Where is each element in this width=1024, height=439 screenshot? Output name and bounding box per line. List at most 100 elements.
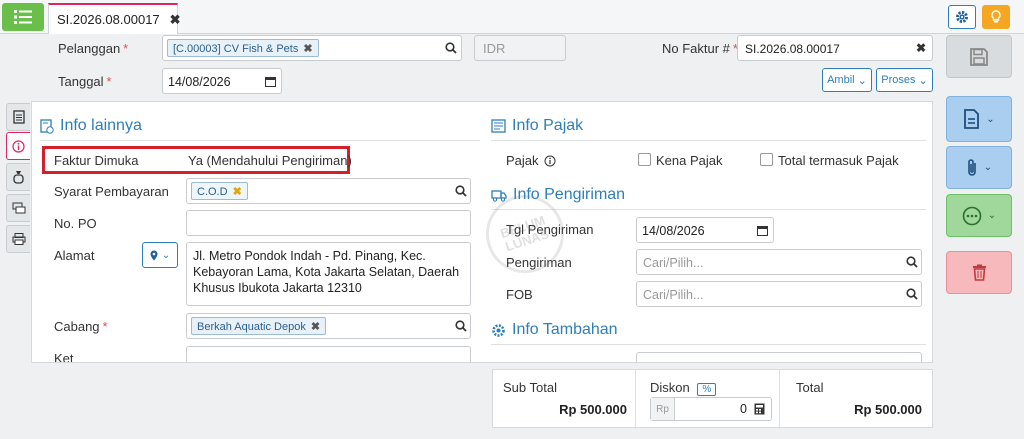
map-pin-icon xyxy=(150,250,158,260)
customer-tag: [C.00003] CV Fish & Pets ✖ xyxy=(167,39,319,57)
pengiriman-field[interactable]: Cari/Pilih... xyxy=(636,249,922,275)
chevron-down-icon: ⌄ xyxy=(857,74,867,87)
chevron-down-icon: ⌄ xyxy=(983,162,993,173)
kena-pajak-label: Kena Pajak xyxy=(656,153,723,168)
chevron-down-icon: ⌄ xyxy=(161,249,171,261)
totals-panel: Sub Total Rp 500.000 Diskon % Rp 0 Total… xyxy=(492,369,933,429)
customer-label: Pelanggan * xyxy=(58,41,129,56)
fob-label: FOB xyxy=(506,287,533,302)
syarat-field[interactable]: C.O.D ✖ xyxy=(186,178,471,204)
invoice-label: No Faktur # * xyxy=(662,41,738,56)
menu-button[interactable] xyxy=(2,3,44,31)
top-bar: SI.2026.08.00017 ✖ xyxy=(0,0,1024,34)
remove-icon[interactable]: ✖ xyxy=(233,186,242,198)
total-pajak-label: Total termasuk Pajak xyxy=(778,153,899,168)
subtotal-value: Rp 500.000 xyxy=(559,402,627,417)
tab-notes[interactable] xyxy=(6,225,30,253)
pajak-label: Pajak xyxy=(506,153,556,168)
kena-pajak-checkbox[interactable] xyxy=(638,153,651,166)
info-icon[interactable] xyxy=(544,155,556,167)
save-button[interactable] xyxy=(946,35,1012,78)
settings-button[interactable] xyxy=(948,5,976,29)
trash-icon xyxy=(972,264,986,281)
diskon-input[interactable]: Rp 0 xyxy=(650,397,772,421)
remove-icon[interactable]: ✖ xyxy=(303,43,312,55)
search-icon[interactable] xyxy=(906,256,918,268)
tab-document[interactable]: SI.2026.08.00017 ✖ xyxy=(48,3,181,34)
cabang-tag: Berkah Aquatic Depok ✖ xyxy=(191,317,327,335)
total-label: Total xyxy=(796,380,824,395)
printer-icon xyxy=(12,233,25,245)
divider xyxy=(491,140,926,141)
next-field[interactable] xyxy=(186,346,471,362)
tab-document-label: SI.2026.08.00017 xyxy=(57,12,160,27)
search-icon[interactable] xyxy=(455,185,467,197)
address-picker-button[interactable]: ⌄ xyxy=(142,242,178,268)
search-icon[interactable] xyxy=(455,320,467,332)
lightbulb-icon xyxy=(991,10,1001,23)
tab-payment[interactable] xyxy=(6,194,30,222)
gears-icon xyxy=(492,323,505,337)
date-field[interactable]: 14/08/2026 xyxy=(162,68,282,94)
customer-field[interactable]: [C.00003] CV Fish & Pets ✖ xyxy=(162,35,462,61)
close-icon[interactable]: ✖ xyxy=(170,12,181,28)
currency-field: IDR xyxy=(474,35,566,61)
cabang-label: Cabang * xyxy=(54,319,108,334)
diskon-label: Diskon % xyxy=(650,380,717,396)
divider xyxy=(491,344,926,345)
document-info-icon xyxy=(40,118,54,134)
po-label: No. PO xyxy=(54,216,97,231)
faktur-dimuka-label: Faktur Dimuka xyxy=(54,153,139,168)
document-menu-button[interactable]: ⌄ xyxy=(946,96,1012,142)
money-bag-icon xyxy=(13,171,24,184)
tambahan-field[interactable] xyxy=(636,352,922,362)
remove-icon[interactable]: ✖ xyxy=(311,321,320,333)
diskon-percent-toggle[interactable]: % xyxy=(697,383,717,396)
total-pajak-checkbox[interactable] xyxy=(760,153,773,166)
calculator-icon[interactable] xyxy=(754,403,765,415)
alamat-label: Alamat xyxy=(54,248,95,263)
po-input[interactable] xyxy=(186,210,471,236)
total-value: Rp 500.000 xyxy=(854,402,922,417)
next-label: Ket xyxy=(54,351,74,363)
tgl-pengiriman-field[interactable]: 14/08/2026 xyxy=(636,217,774,243)
alamat-textarea[interactable]: Jl. Metro Pondok Indah - Pd. Pinang, Kec… xyxy=(186,242,471,306)
tab-info[interactable] xyxy=(6,132,30,160)
fob-field[interactable]: Cari/Pilih... xyxy=(636,281,922,307)
diskon-value: 0 xyxy=(740,402,747,416)
invoice-field[interactable]: SI.2026.08.00017 ✖ xyxy=(737,35,933,61)
file-text-icon xyxy=(964,109,980,129)
chevron-down-icon: ⌄ xyxy=(986,113,995,125)
tips-button[interactable] xyxy=(982,5,1010,29)
search-icon[interactable] xyxy=(445,42,457,54)
attachment-menu-button[interactable]: ⌄ xyxy=(946,146,1012,189)
date-label: Tanggal * xyxy=(58,74,112,89)
syarat-tag: C.O.D ✖ xyxy=(191,182,248,200)
syarat-label: Syarat Pembayaran xyxy=(54,184,169,199)
tab-costs[interactable] xyxy=(6,163,30,191)
gear-icon xyxy=(956,11,968,23)
faktur-dimuka-value: Ya (Mendahului Pengiriman) xyxy=(188,153,352,168)
tab-items[interactable] xyxy=(6,103,30,131)
delete-button[interactable] xyxy=(946,251,1012,294)
more-dots-icon xyxy=(962,206,982,225)
info-icon xyxy=(12,139,25,153)
more-menu-button[interactable]: ⌄ xyxy=(946,194,1012,237)
search-icon[interactable] xyxy=(906,288,918,300)
cash-icon xyxy=(12,202,25,214)
info-panel: Info lainnya Faktur Dimuka Ya (Mendahulu… xyxy=(31,101,933,363)
ambil-button[interactable]: Ambil ⌄ xyxy=(822,68,872,92)
paperclip-icon xyxy=(967,158,976,176)
info-pajak-title: Info Pajak xyxy=(491,117,583,135)
floppy-disk-icon xyxy=(970,47,988,66)
cabang-field[interactable]: Berkah Aquatic Depok ✖ xyxy=(186,313,471,339)
proses-button[interactable]: Proses ⌄ xyxy=(876,68,933,92)
subtotal-label: Sub Total xyxy=(503,380,557,395)
calendar-icon[interactable] xyxy=(265,76,276,87)
info-tambahan-title: Info Tambahan xyxy=(491,321,618,339)
tax-icon xyxy=(491,119,506,133)
calendar-icon[interactable] xyxy=(757,225,768,236)
clear-icon[interactable]: ✖ xyxy=(916,41,926,55)
diskon-prefix: Rp xyxy=(651,398,675,420)
list-icon xyxy=(14,10,32,24)
